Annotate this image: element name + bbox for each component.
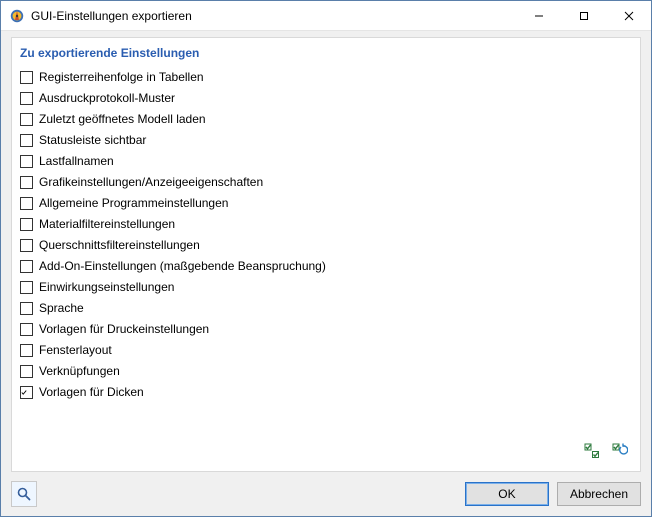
settings-item[interactable]: Verknüpfungen [20,361,632,381]
checkbox[interactable] [20,302,33,315]
dialog-window: GUI-Einstellungen exportieren Zu exporti… [0,0,652,517]
settings-panel: Zu exportierende Einstellungen Registerr… [11,37,641,472]
settings-item[interactable]: Sprache [20,298,632,318]
checkbox[interactable] [20,281,33,294]
checkbox[interactable] [20,344,33,357]
settings-item-label: Fensterlayout [39,340,112,360]
settings-item-label: Statusleiste sichtbar [39,130,146,150]
settings-item[interactable]: Statusleiste sichtbar [20,130,632,150]
window-controls [516,1,651,30]
select-all-button[interactable] [580,439,604,463]
checkbox[interactable] [20,323,33,336]
settings-item-label: Querschnittsfiltereinstellungen [39,235,200,255]
settings-item-label: Einwirkungseinstellungen [39,277,174,297]
checkbox[interactable] [20,134,33,147]
checkbox[interactable] [20,386,33,399]
settings-item-label: Zuletzt geöffnetes Modell laden [39,109,206,129]
checkbox[interactable] [20,92,33,105]
checkbox[interactable] [20,197,33,210]
checkbox[interactable] [20,155,33,168]
settings-item[interactable]: Registerreihenfolge in Tabellen [20,67,632,87]
checkbox[interactable] [20,365,33,378]
settings-item[interactable]: Ausdruckprotokoll-Muster [20,88,632,108]
ok-button[interactable]: OK [465,482,549,506]
minimize-button[interactable] [516,1,561,30]
settings-item[interactable]: Vorlagen für Dicken [20,382,632,402]
settings-item[interactable]: Lastfallnamen [20,151,632,171]
settings-item-label: Lastfallnamen [39,151,114,171]
maximize-button[interactable] [561,1,606,30]
help-button[interactable] [11,481,37,507]
button-bar: OK Abbrechen [1,472,651,516]
settings-item-label: Vorlagen für Druckeinstellungen [39,319,209,339]
window-title: GUI-Einstellungen exportieren [31,9,516,23]
dialog-body: Zu exportierende Einstellungen Registerr… [1,31,651,472]
app-icon [9,8,25,24]
close-button[interactable] [606,1,651,30]
titlebar: GUI-Einstellungen exportieren [1,1,651,31]
settings-item-label: Grafikeinstellungen/Anzeigeeigenschaften [39,172,263,192]
checkbox[interactable] [20,113,33,126]
settings-item-label: Vorlagen für Dicken [39,382,144,402]
settings-item[interactable]: Grafikeinstellungen/Anzeigeeigenschaften [20,172,632,192]
help-icon [16,486,32,502]
settings-item[interactable]: Querschnittsfiltereinstellungen [20,235,632,255]
checkbox[interactable] [20,71,33,84]
panel-footer [20,433,632,463]
settings-item-label: Ausdruckprotokoll-Muster [39,88,175,108]
deselect-all-button[interactable] [608,439,632,463]
settings-item-label: Verknüpfungen [39,361,120,381]
settings-item-label: Allgemeine Programmeinstellungen [39,193,228,213]
section-title: Zu exportierende Einstellungen [20,46,632,60]
settings-item-label: Materialfiltereinstellungen [39,214,175,234]
checkbox[interactable] [20,239,33,252]
checkbox[interactable] [20,260,33,273]
settings-item[interactable]: Einwirkungseinstellungen [20,277,632,297]
settings-item[interactable]: Fensterlayout [20,340,632,360]
settings-item[interactable]: Materialfiltereinstellungen [20,214,632,234]
settings-item[interactable]: Zuletzt geöffnetes Modell laden [20,109,632,129]
settings-item-label: Registerreihenfolge in Tabellen [39,67,204,87]
checkbox[interactable] [20,218,33,231]
settings-item[interactable]: Allgemeine Programmeinstellungen [20,193,632,213]
settings-item[interactable]: Vorlagen für Druckeinstellungen [20,319,632,339]
select-all-icon [584,443,600,459]
settings-list: Registerreihenfolge in TabellenAusdruckp… [20,66,632,433]
cancel-button[interactable]: Abbrechen [557,482,641,506]
deselect-all-icon [612,443,628,459]
settings-item-label: Add-On-Einstellungen (maßgebende Beanspr… [39,256,326,276]
settings-item-label: Sprache [39,298,84,318]
settings-item[interactable]: Add-On-Einstellungen (maßgebende Beanspr… [20,256,632,276]
checkbox[interactable] [20,176,33,189]
